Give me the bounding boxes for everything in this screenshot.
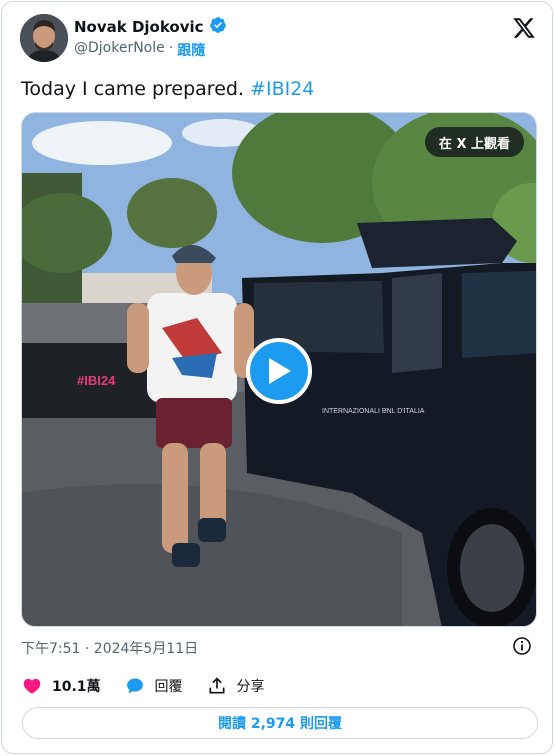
banner-text: #IBI24 [77,373,116,388]
heart-icon [23,678,41,694]
reply-button[interactable]: 回覆 [125,676,183,696]
reply-label: 回覆 [154,679,183,695]
play-button[interactable] [246,338,312,404]
play-icon [269,358,291,384]
share-icon [209,677,225,694]
info-icon[interactable] [512,636,532,656]
avatar[interactable] [20,14,68,62]
hashtag-link[interactable]: #IBI24 [250,78,314,100]
like-button[interactable]: 10.1萬 [22,676,101,696]
verified-badge-icon [209,16,227,38]
tweet-card: Novak Djokovic @DjokerNole · 跟隨 Today I … [1,1,553,754]
sponsor-text: INTERNAZIONALI BNL D'ITALIA [322,408,425,415]
x-logo-icon[interactable] [512,16,536,40]
share-button[interactable]: 分享 [207,676,265,696]
tweet-actions: 10.1萬 回覆 分享 [22,676,289,696]
author-display-name[interactable]: Novak Djokovic [74,18,204,36]
follow-link[interactable]: 跟隨 [177,40,205,60]
view-on-x-button[interactable]: 在 X 上觀看 [424,127,524,157]
read-replies-button[interactable]: 閱讀 2,974 則回覆 [22,707,538,739]
likes-count: 10.1萬 [52,679,101,695]
video-player[interactable]: #IBI24 INTERNAZIONALI BNL D'ITALIA 在 X 上… [21,112,537,627]
author-handle[interactable]: @DjokerNole [74,40,165,60]
reply-bubble-icon [126,678,143,694]
tweet-timestamp[interactable]: 下午7:51 · 2024年5月11日 [21,638,198,658]
share-label: 分享 [236,679,265,695]
avatar-image [20,14,68,62]
tweet-text: Today I came prepared. #IBI24 [21,78,314,100]
tweet-body: Today I came prepared. [21,78,244,100]
handle-separator: · [168,40,174,56]
